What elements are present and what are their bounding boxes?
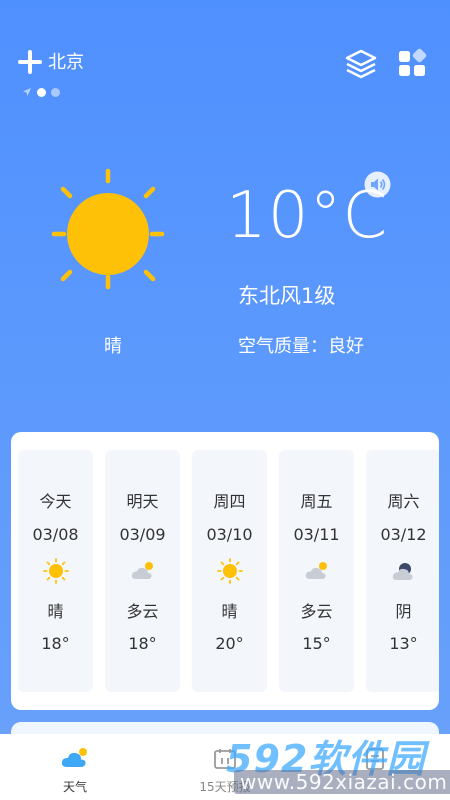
tab-weather[interactable]: 天气 <box>0 778 150 795</box>
location-arrow-icon <box>23 88 31 96</box>
forecast-day-item[interactable]: 周六 03/12 阴 13° <box>366 450 439 692</box>
forecast-condition: 阴 <box>395 602 412 621</box>
weather-tab-icon[interactable] <box>60 746 90 770</box>
layers-icon[interactable] <box>344 48 378 80</box>
forecast-day-item[interactable]: 今天 03/08 晴 18° <box>18 450 93 692</box>
location-pager <box>22 86 60 98</box>
forecast-date: 03/10 <box>206 525 253 544</box>
sun-icon <box>43 558 69 584</box>
forecast-condition: 多云 <box>126 602 159 621</box>
wind-info: 东北风1级 <box>238 284 336 308</box>
partly-cloudy-icon <box>305 562 327 579</box>
partly-cloudy-icon <box>131 562 153 579</box>
forecast-temperature: 18° <box>128 634 157 653</box>
forecast-day-item[interactable]: 周五 03/11 多云 15° <box>279 450 354 692</box>
forecast-temperature: 13° <box>389 634 418 653</box>
forecast-day-name: 周五 <box>300 492 333 511</box>
forecast-day-item[interactable]: 周四 03/10 晴 20° <box>192 450 267 692</box>
watermark-url: www.592xiazai.com <box>234 770 450 794</box>
forecast-day-name: 今天 <box>39 492 72 511</box>
page-dot-inactive <box>51 87 60 97</box>
city-name[interactable]: 北京 <box>48 51 84 75</box>
forecast-list[interactable]: 今天 03/08 晴 18° 明天 03/09 多云 18° 周四 03/10 … <box>18 450 439 692</box>
forecast-date: 03/12 <box>380 525 427 544</box>
add-city-plus-icon[interactable] <box>18 50 42 74</box>
forecast-condition: 晴 <box>221 602 238 621</box>
forecast-day-item[interactable]: 明天 03/09 多云 18° <box>105 450 180 692</box>
overcast-icon <box>392 563 413 580</box>
forecast-date: 03/11 <box>293 525 340 544</box>
speaker-icon[interactable] <box>364 171 391 198</box>
forecast-date: 03/09 <box>119 525 166 544</box>
forecast-temperature: 15° <box>302 634 331 653</box>
sun-icon <box>51 168 165 290</box>
forecast-card: 今天 03/08 晴 18° 明天 03/09 多云 18° 周四 03/10 … <box>11 432 439 710</box>
air-quality: 空气质量：良好 <box>238 336 364 357</box>
forecast-date: 03/08 <box>32 525 79 544</box>
sun-icon <box>217 558 243 584</box>
forecast-condition: 多云 <box>300 602 333 621</box>
watermark: 592软件园 www.592xiazai.com <box>222 722 450 800</box>
forecast-temperature: 20° <box>215 634 244 653</box>
forecast-condition: 晴 <box>47 602 64 621</box>
forecast-day-name: 明天 <box>126 492 159 511</box>
forecast-day-name: 周六 <box>387 492 420 511</box>
forecast-day-name: 周四 <box>213 492 246 511</box>
page-dot-active <box>37 87 46 97</box>
current-condition: 晴 <box>104 336 122 357</box>
grid-apps-icon[interactable] <box>398 48 428 78</box>
forecast-temperature: 18° <box>41 634 70 653</box>
